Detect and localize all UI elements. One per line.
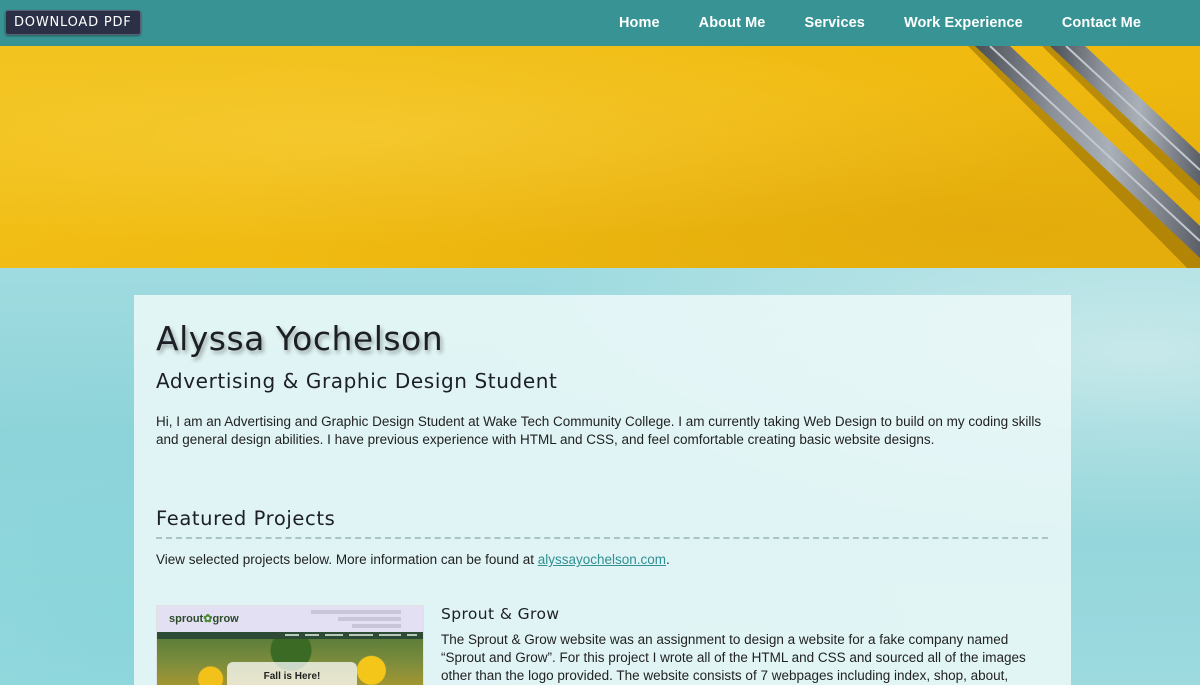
thumb-logo-left: sprout: [169, 613, 204, 625]
featured-intro-text: View selected projects below. More infor…: [156, 552, 538, 567]
nav-home[interactable]: Home: [599, 15, 679, 31]
featured-intro: View selected projects below. More infor…: [156, 552, 670, 567]
download-pdf-button[interactable]: DOWNLOAD PDF: [5, 10, 141, 35]
top-navbar: DOWNLOAD PDF Home About Me Services Work…: [0, 0, 1200, 46]
thumb-nav: [157, 632, 423, 639]
featured-projects-heading: Featured Projects: [156, 507, 336, 530]
profile-intro: Hi, I am an Advertising and Graphic Desi…: [156, 414, 1042, 447]
project-description: The Sprout & Grow website was an assignm…: [441, 632, 1026, 683]
section-divider: [156, 537, 1048, 539]
nav-services[interactable]: Services: [784, 15, 883, 31]
portfolio-link[interactable]: alyssayochelson.com: [538, 552, 666, 567]
pencils-graphic: [968, 46, 1200, 268]
thumb-banner: Fall is Here!: [227, 662, 357, 685]
profile-name: Alyssa Yochelson: [156, 319, 444, 358]
project-title: Sprout & Grow: [441, 605, 560, 623]
project-thumbnail[interactable]: sprout✿grow Fall is Here!: [156, 605, 424, 685]
content-card: Alyssa Yochelson Advertising & Graphic D…: [134, 295, 1071, 685]
thumb-logo-right: grow: [212, 613, 239, 625]
hero-banner-image: [0, 46, 1200, 268]
thumb-meta: [311, 610, 401, 628]
thumb-logo: sprout✿grow: [169, 612, 239, 625]
featured-intro-end: .: [666, 552, 670, 567]
thumb-header: sprout✿grow: [157, 606, 423, 632]
nav-links: Home About Me Services Work Experience C…: [599, 0, 1160, 46]
nav-about-me[interactable]: About Me: [679, 15, 785, 31]
profile-title: Advertising & Graphic Design Student: [156, 369, 558, 393]
nav-contact-me[interactable]: Contact Me: [1042, 15, 1160, 31]
nav-work-experience[interactable]: Work Experience: [884, 15, 1042, 31]
